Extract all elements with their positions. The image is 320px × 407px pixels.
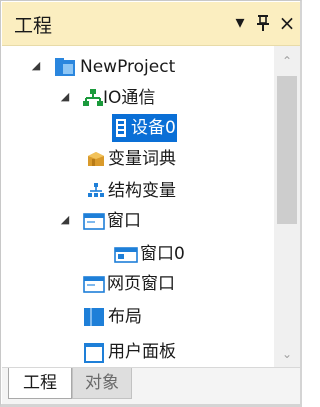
panel-title-bar: 工程 ▾ × — [2, 2, 300, 46]
tree-item-variable-dictionary[interactable]: 变量词典 — [2, 144, 274, 174]
project-panel: 工程 ▾ × ◢ NewProject ◢ IO通信 设备0 变量词典 结构变量… — [0, 0, 302, 407]
user-panel-icon — [83, 342, 104, 363]
tree-item-newproject[interactable]: ◢ NewProject — [2, 52, 274, 82]
tree-item-web-window[interactable]: 网页窗口 — [2, 269, 274, 299]
io-network-icon — [83, 88, 103, 108]
window-item-icon — [114, 244, 138, 264]
struct-variable-icon — [86, 181, 106, 201]
tree-item-label: 变量词典 — [108, 149, 176, 169]
tree-item-window0[interactable]: 窗口0 — [2, 239, 274, 269]
tree-item-layout[interactable]: 布局 — [2, 302, 274, 332]
web-window-icon — [83, 274, 105, 294]
tree-item-device0[interactable]: 设备0 — [2, 113, 274, 143]
tree-item-label: 网页窗口 — [107, 274, 175, 294]
tree-item-label: 设备0 — [131, 118, 176, 138]
panel-title: 工程 — [14, 15, 53, 37]
tab-project[interactable]: 工程 — [8, 368, 72, 399]
expand-arrow-icon[interactable]: ◢ — [59, 90, 71, 104]
panel-tab-strip: 工程 对象 — [2, 367, 300, 404]
expand-arrow-icon[interactable]: ◢ — [30, 59, 42, 73]
expand-arrow-icon[interactable]: ◢ — [59, 213, 71, 227]
dropdown-icon[interactable]: ▾ — [230, 10, 250, 36]
project-tree: ◢ NewProject ◢ IO通信 设备0 变量词典 结构变量 ◢ 窗口 窗… — [2, 46, 274, 367]
window-icon — [83, 211, 105, 231]
vertical-scrollbar[interactable]: ⌃ ⌄ — [274, 46, 300, 367]
dictionary-icon — [86, 149, 106, 169]
tree-item-user-panel[interactable]: 用户面板 — [2, 337, 274, 367]
tab-objects[interactable]: 对象 — [72, 368, 132, 399]
tree-item-label: IO通信 — [103, 88, 156, 108]
tree-item-label: 用户面板 — [108, 342, 176, 362]
tree-item-window[interactable]: ◢ 窗口 — [2, 206, 274, 236]
close-icon[interactable]: × — [276, 10, 298, 36]
layout-icon — [83, 307, 104, 327]
scroll-up-icon[interactable]: ⌃ — [274, 50, 300, 72]
tree-item-label: 窗口 — [107, 211, 141, 231]
tree-item-label: 结构变量 — [108, 181, 176, 201]
project-icon — [54, 57, 75, 77]
tree-item-label: 窗口0 — [140, 244, 185, 264]
scroll-down-icon[interactable]: ⌄ — [274, 343, 300, 365]
tree-item-label: NewProject — [80, 57, 176, 77]
tree-item-io[interactable]: ◢ IO通信 — [2, 83, 274, 113]
tree-item-label: 布局 — [108, 307, 142, 327]
tree-item-struct-variable[interactable]: 结构变量 — [2, 176, 274, 206]
pin-icon[interactable] — [253, 10, 273, 36]
scroll-thumb[interactable] — [277, 76, 297, 224]
